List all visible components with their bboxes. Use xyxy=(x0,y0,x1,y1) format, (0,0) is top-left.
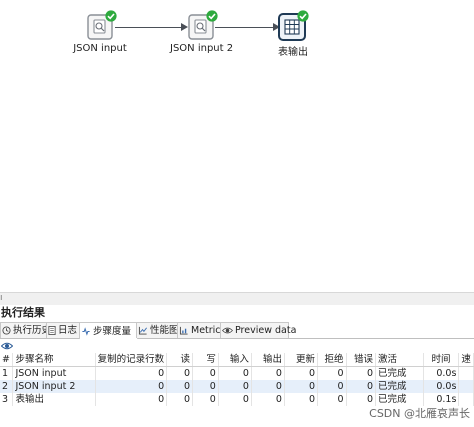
tab-metrics[interactable]: Metrics xyxy=(177,322,225,338)
step-label: JSON input xyxy=(73,43,127,54)
eye-icon[interactable] xyxy=(1,341,13,351)
table-cell: 0 xyxy=(166,380,193,393)
table-cell: 0.0s xyxy=(423,380,460,393)
tab-label: 步骤度量 xyxy=(93,325,132,337)
table-cell: 0 xyxy=(218,393,252,406)
tab-step-metrics[interactable]: 步骤度量 xyxy=(79,322,138,339)
column-header[interactable]: 复制的记录行数 xyxy=(95,353,168,367)
execution-results-panel: ı 执行结果 执行历史 日志 步骤度量 性能图 Metrics Preview … xyxy=(0,292,474,427)
table-cell: 0 xyxy=(317,380,347,393)
table-cell: 0 xyxy=(192,393,219,406)
table-cell: 0 xyxy=(192,366,219,380)
column-header[interactable]: 步骤名称 xyxy=(12,353,96,367)
tab-preview-data[interactable]: Preview data xyxy=(220,322,296,338)
table-cell: 0.0s xyxy=(423,366,460,380)
column-header[interactable]: 激活 xyxy=(375,353,424,367)
column-header[interactable]: 更新 xyxy=(284,353,319,367)
column-header[interactable]: 输出 xyxy=(251,353,285,367)
table-cell: 0 xyxy=(218,366,252,380)
table-cell: 0 xyxy=(95,380,168,393)
column-header[interactable]: 错误 xyxy=(346,353,376,367)
chart-icon xyxy=(138,326,147,335)
table-cell: 0 xyxy=(166,366,193,380)
tab-label: Preview data xyxy=(235,325,297,336)
table-cell: 3 xyxy=(0,393,14,406)
table-cell: 表输出 xyxy=(12,393,96,406)
table-cell: 0 xyxy=(317,366,347,380)
column-header[interactable]: 输入 xyxy=(218,353,252,367)
table-cell: 已完成 xyxy=(375,366,424,380)
table-row[interactable]: 1 JSON input 0 0 0 0 0 0 0 0 已完成 0.0s xyxy=(0,366,474,380)
table-cell: 0 xyxy=(251,393,285,406)
results-toolbar xyxy=(0,339,474,352)
table-cell: JSON input xyxy=(12,366,96,380)
table-cell: 0 xyxy=(251,366,285,380)
column-header[interactable]: 写 xyxy=(192,353,219,367)
table-cell: 0 xyxy=(95,366,168,380)
table-cell: 0 xyxy=(251,380,285,393)
transformation-canvas[interactable]: JSON input JSON input 2 表输出 xyxy=(0,0,474,290)
step-json-input[interactable] xyxy=(86,10,117,43)
table-cell: 0 xyxy=(346,380,376,393)
column-header[interactable]: # xyxy=(0,353,14,367)
tab-label: 日志 xyxy=(58,325,78,336)
metrics-table-icon xyxy=(82,326,90,336)
success-check-icon xyxy=(206,10,218,22)
table-cell: 已完成 xyxy=(375,380,424,393)
tab-performance-chart[interactable]: 性能图 xyxy=(136,322,179,338)
panel-resize-strip[interactable]: ı xyxy=(0,292,474,305)
step-json-input-2[interactable] xyxy=(187,10,218,43)
column-header[interactable]: 拒绝 xyxy=(317,353,347,367)
table-cell xyxy=(458,366,474,380)
tab-log[interactable]: 日志 xyxy=(46,322,81,338)
table-cell xyxy=(458,380,474,393)
step-label: JSON input 2 xyxy=(170,43,234,54)
panel-title: 执行结果 xyxy=(1,306,45,319)
table-cell: 0 xyxy=(284,366,319,380)
table-row[interactable]: 2 JSON input 2 0 0 0 0 0 0 0 0 已完成 0.0s xyxy=(0,380,474,393)
table-cell: 0 xyxy=(218,380,252,393)
success-check-icon xyxy=(105,10,117,22)
table-cell: 0 xyxy=(346,366,376,380)
column-header[interactable]: 速 xyxy=(458,353,474,367)
table-cell: 0 xyxy=(284,393,319,406)
log-icon xyxy=(48,326,56,335)
table-cell: 0 xyxy=(317,393,347,406)
column-header[interactable]: 时间 xyxy=(423,353,460,367)
tab-execution-history[interactable]: 执行历史 xyxy=(0,322,51,338)
edge-char: ı xyxy=(0,293,3,303)
table-cell: 2 xyxy=(0,380,14,393)
step-label: 表输出 xyxy=(278,47,308,58)
table-cell: 0 xyxy=(166,393,193,406)
metrics-icon xyxy=(179,326,188,335)
hop-line-1[interactable] xyxy=(115,27,183,28)
success-check-icon xyxy=(297,10,309,22)
table-cell: 0 xyxy=(95,393,168,406)
step-metrics-table: # 步骤名称 复制的记录行数读写输入 输出 更新 拒绝 错误 激活 时间速 1 JSON inpu… xyxy=(0,353,474,406)
results-tabbar: 执行历史 日志 步骤度量 性能图 Metrics Preview data xyxy=(0,322,474,339)
hop-line-2[interactable] xyxy=(215,27,275,28)
column-header[interactable]: 读 xyxy=(166,353,193,367)
table-cell: JSON input 2 xyxy=(12,380,96,393)
eye-icon xyxy=(222,327,233,334)
table-cell: 0 xyxy=(192,380,219,393)
history-icon xyxy=(2,326,11,335)
table-cell: 1 xyxy=(0,366,14,380)
table-header-row: # 步骤名称 复制的记录行数读写输入 输出 更新 拒绝 错误 激活 时间速 xyxy=(0,353,474,367)
table-cell: 0 xyxy=(284,380,319,393)
step-table-output[interactable] xyxy=(278,10,309,43)
watermark: CSDN @北雁哀声长 xyxy=(369,407,470,420)
tab-label: 性能图 xyxy=(150,325,179,336)
